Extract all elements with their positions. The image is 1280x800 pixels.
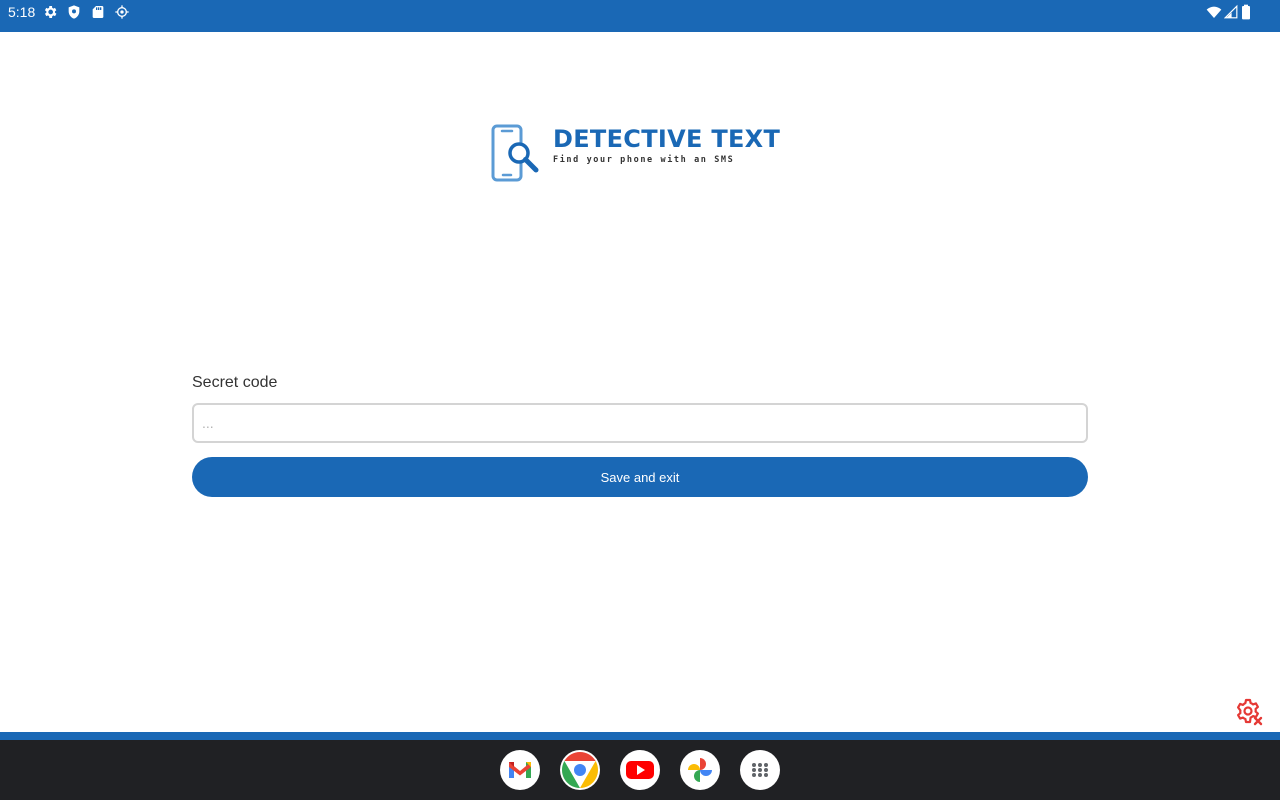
status-right-icons [1206,4,1252,20]
secret-code-label: Secret code [192,374,278,391]
secret-code-input[interactable] [192,403,1088,443]
photos-glyph [688,758,712,782]
status-bar: 5:18 [0,0,1280,32]
app-drawer-glyph [752,763,768,777]
gear-icon [44,6,57,18]
logo-tagline: Find your phone with an SMS [553,155,735,165]
logo-title: DETECTIVE TEXT [553,125,781,153]
chrome-icon[interactable] [560,750,600,790]
phone-magnifier-icon [491,124,539,182]
taskbar [0,740,1280,800]
status-time: 5:18 [8,4,36,20]
youtube-icon[interactable] [620,750,660,790]
app-drawer-icon[interactable] [740,750,780,790]
sd-card-icon [92,6,104,18]
app-content: DETECTIVE TEXT Find your phone with an S… [0,32,1280,732]
app-bottom-edge [0,732,1280,740]
settings-error-icon[interactable] [1235,698,1263,726]
shield-icon [68,5,80,19]
save-and-exit-button[interactable]: Save and exit [192,457,1088,497]
youtube-glyph [626,761,654,779]
gps-icon [115,5,129,19]
photos-icon[interactable] [680,750,720,790]
battery-icon [1242,4,1250,20]
app-logo: DETECTIVE TEXT Find your phone with an S… [490,124,790,184]
chrome-glyph [561,751,599,789]
wifi-icon [1206,6,1222,18]
gmail-icon[interactable] [500,750,540,790]
gmail-glyph [509,762,531,778]
signal-icon [1224,4,1238,19]
